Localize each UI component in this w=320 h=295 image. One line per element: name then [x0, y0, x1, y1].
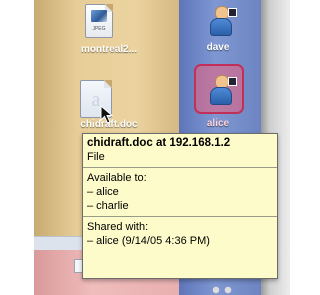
- file-info-tooltip: chidraft.doc at 192.168.1.2 File Availab…: [82, 133, 278, 279]
- available-user-alice: – alice: [87, 186, 119, 198]
- available-to-label: Available to:: [87, 172, 147, 184]
- available-user-charlie: – charlie: [87, 200, 129, 212]
- user-label-alice[interactable]: alice: [188, 118, 248, 129]
- user-label-dave[interactable]: dave: [188, 42, 248, 53]
- file-type-tag: JPEG: [92, 26, 106, 32]
- shared-with-label: Shared with:: [87, 221, 149, 233]
- jpeg-file-icon[interactable]: JPEG: [85, 4, 113, 38]
- tooltip-divider: [83, 216, 277, 217]
- tooltip-divider: [83, 167, 277, 168]
- file-label-montreal[interactable]: montreal2...: [44, 44, 174, 55]
- shared-files-view: JPEG montreal2... a chidraft.doc dave al…: [0, 0, 290, 295]
- user-icon-dave[interactable]: [205, 6, 237, 38]
- mouse-pointer-icon: [100, 105, 114, 124]
- partial-user-icon[interactable]: [210, 284, 234, 295]
- tooltip-title: chidraft.doc at 192.168.1.2: [87, 137, 231, 149]
- user-icon-alice[interactable]: [205, 75, 237, 107]
- tooltip-kind: File: [87, 151, 105, 163]
- shared-entry-alice: – alice (9/14/05 4:36 PM): [87, 235, 210, 247]
